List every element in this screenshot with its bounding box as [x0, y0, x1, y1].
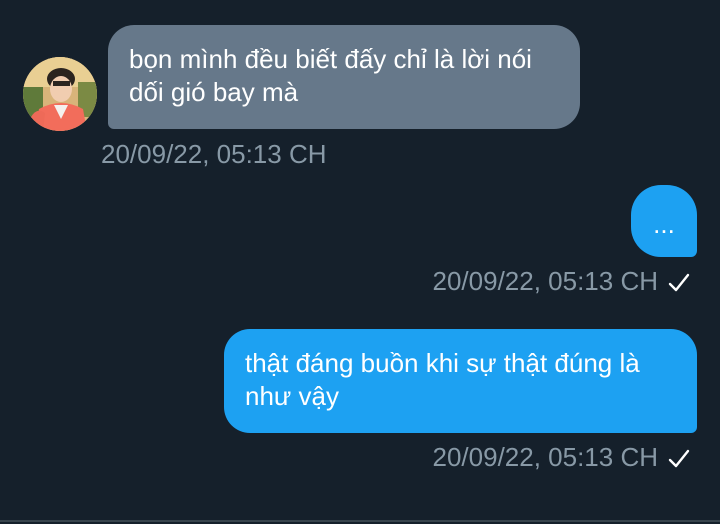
avatar-photo	[23, 57, 97, 131]
incoming-message-bubble[interactable]: bọn mình đều biết đấy chỉ là lời nói dối…	[108, 25, 580, 129]
message-text: thật đáng buồn khi sự thật đúng là như v…	[245, 348, 640, 411]
avatar[interactable]	[23, 57, 97, 131]
message-status-row: 20/09/22, 05:13 CH	[433, 442, 691, 472]
outgoing-message-bubble[interactable]: thật đáng buồn khi sự thật đúng là như v…	[224, 329, 697, 433]
check-icon	[668, 446, 690, 468]
message-text: ...	[653, 209, 675, 239]
message-timestamp: 20/09/22, 05:13 CH	[432, 266, 659, 296]
composer-divider	[0, 520, 720, 522]
conversation-view: bọn mình đều biết đấy chỉ là lời nói dối…	[0, 0, 720, 524]
outgoing-message-bubble[interactable]: ...	[631, 185, 697, 257]
check-icon	[668, 270, 690, 292]
message-text: bọn mình đều biết đấy chỉ là lời nói dối…	[129, 44, 532, 107]
message-timestamp: 20/09/22, 05:13 CH	[101, 139, 327, 169]
message-timestamp: 20/09/22, 05:13 CH	[432, 442, 659, 472]
message-status-row: 20/09/22, 05:13 CH	[433, 266, 691, 296]
